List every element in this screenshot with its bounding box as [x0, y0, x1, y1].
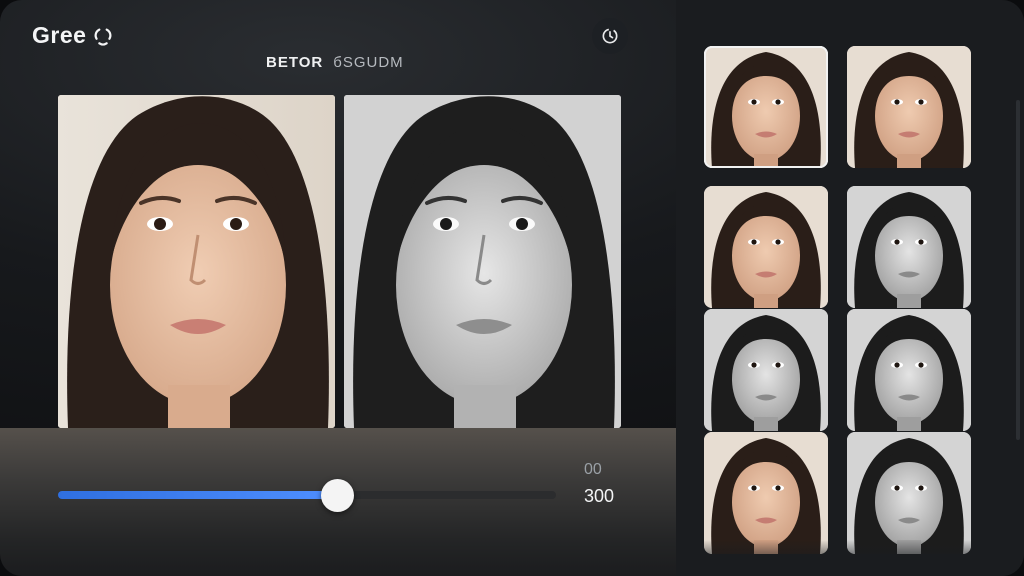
portrait-thumb-4[interactable] [847, 186, 971, 308]
portrait-thumbnail-image [847, 432, 971, 554]
portrait-before-image [58, 95, 335, 428]
value-secondary: 00 [584, 461, 602, 478]
before-label: BETOR [266, 54, 324, 71]
value-primary: 300 [584, 486, 615, 506]
gallery-panel [676, 0, 1024, 576]
after-photo[interactable] [344, 95, 621, 428]
portrait-thumb-2[interactable] [847, 46, 971, 168]
portrait-after-image [344, 95, 621, 428]
editor-pane: Gree BETOR бSGUDM 00 300 [0, 0, 676, 576]
portrait-thumb-5[interactable] [704, 309, 828, 431]
portrait-thumbnail-image [847, 309, 971, 431]
intensity-slider-track[interactable] [58, 491, 556, 499]
logo-text: Gree [32, 22, 87, 48]
app-logo[interactable]: Gree [32, 22, 114, 49]
intensity-slider-fill [58, 491, 337, 499]
portrait-thumb-6[interactable] [847, 309, 971, 431]
app-window: Gree BETOR бSGUDM 00 300 [0, 0, 1024, 576]
before-photo[interactable] [58, 95, 335, 428]
after-label: бSGUDM [333, 54, 404, 71]
history-button[interactable] [592, 18, 628, 54]
portrait-thumbnail-image [704, 186, 828, 308]
portrait-thumb-8[interactable] [847, 432, 971, 554]
portrait-thumbnail-image [704, 432, 828, 554]
gallery-scrollbar[interactable] [1016, 100, 1020, 440]
compare-label: BETOR бSGUDM [266, 54, 404, 71]
portrait-thumb-7[interactable] [704, 432, 828, 554]
gallery-fade [676, 540, 1024, 576]
history-icon [602, 28, 618, 44]
portrait-thumbnail-image [704, 46, 828, 168]
portrait-thumbnail-image [847, 46, 971, 168]
portrait-thumb-3[interactable] [704, 186, 828, 308]
portrait-thumbnail-image [847, 186, 971, 308]
portrait-thumb-1[interactable] [704, 46, 828, 168]
portrait-thumbnail-image [704, 309, 828, 431]
loop-logo-icon [94, 27, 112, 46]
intensity-slider-thumb[interactable] [320, 479, 354, 512]
